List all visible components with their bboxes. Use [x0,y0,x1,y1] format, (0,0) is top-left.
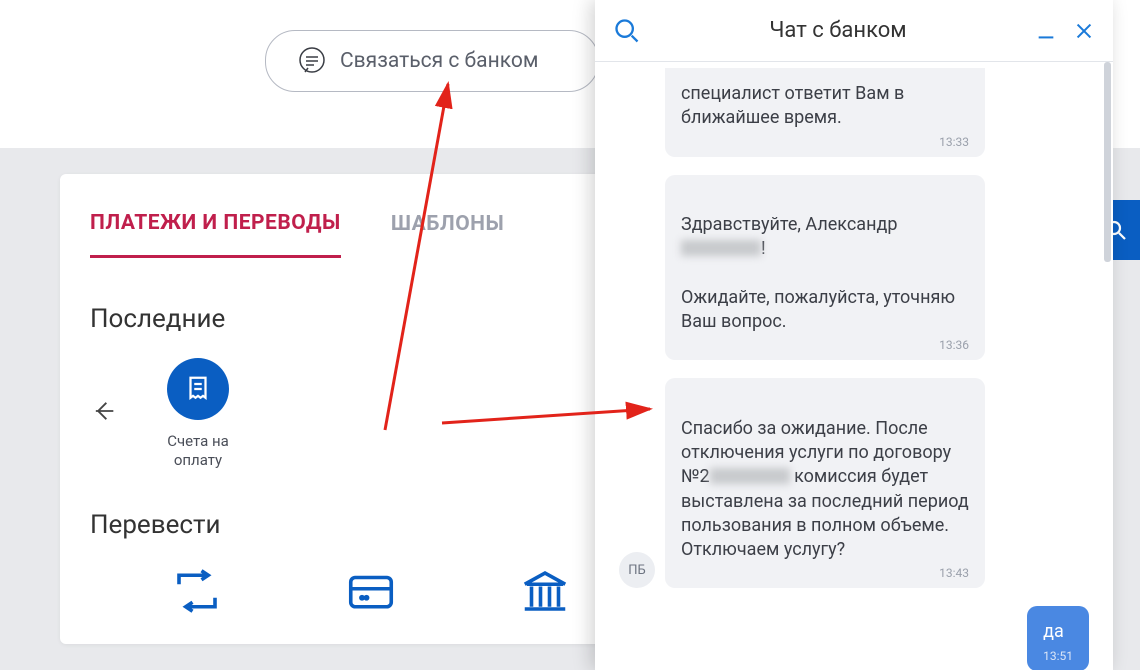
chat-icon [296,45,328,77]
message-time: 13:43 [681,566,969,580]
message-text: да [1043,620,1073,644]
tab-payments[interactable]: ПЛАТЕЖИ И ПЕРЕВОДЫ [90,211,341,258]
chat-scrollbar[interactable] [1103,62,1111,670]
chat-message: специалист ответит Вам в ближайшее время… [619,68,1089,157]
chat-message: да 13:51 [619,606,1089,670]
chat-panel: Чат с банком специалист ответит Вам в бл… [595,0,1113,670]
contact-bank-button[interactable]: Связаться с банком [265,30,599,92]
transfer-bank-icon[interactable] [518,564,572,618]
scroll-left-button[interactable] [90,397,118,431]
tab-templates[interactable]: ШАБЛОНЫ [391,212,504,256]
transfer-card-icon[interactable] [344,564,398,618]
message-text: специалист ответит Вам в ближайшее время… [681,82,969,131]
chat-title: Чат с банком [657,18,1019,43]
tile-invoices-label: Счета на оплату [167,432,229,470]
contact-bank-label: Связаться с банком [340,49,538,73]
minimize-icon[interactable] [1035,20,1057,42]
message-text: Здравствуйте, Александр ! Ожидайте, пожа… [681,189,969,335]
tile-invoices[interactable]: Счета на оплату [148,358,248,470]
redacted-text [710,468,790,484]
message-time: 13:51 [1043,649,1073,663]
chat-header: Чат с банком [595,0,1113,62]
close-icon[interactable] [1073,20,1095,42]
chat-body[interactable]: специалист ответит Вам в ближайшее время… [595,62,1113,670]
message-time: 13:33 [681,135,969,149]
chat-search-icon[interactable] [613,17,641,45]
message-time: 13:36 [681,338,969,352]
chat-message: Здравствуйте, Александр ! Ожидайте, пожа… [619,175,1089,361]
message-text: Спасибо за ожидание. После отключения ус… [681,392,969,562]
invoice-icon [167,358,229,420]
operator-avatar: ПБ [619,552,655,588]
redacted-text [681,240,761,256]
chat-message: ПБ Спасибо за ожидание. После отключения… [619,378,1089,588]
transfer-between-icon[interactable] [170,564,224,618]
